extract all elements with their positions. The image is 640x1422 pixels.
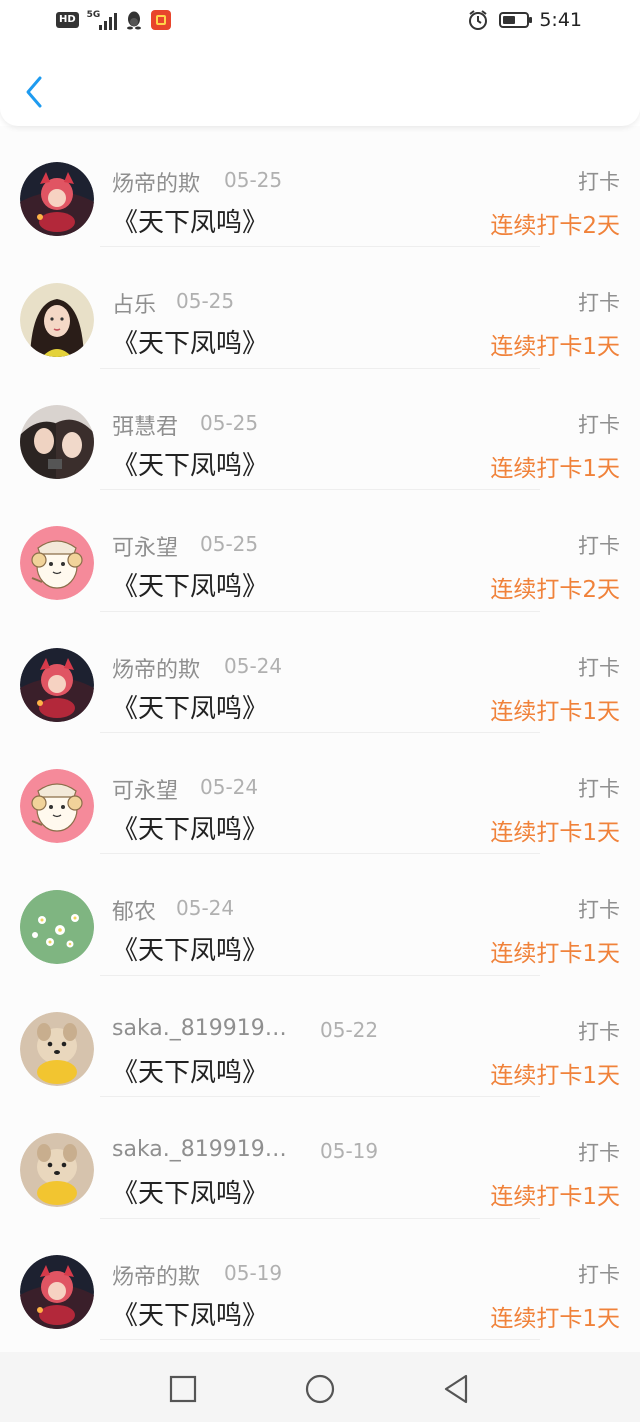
- streak-label: 连续打卡1天: [490, 455, 620, 482]
- checkin-date: 05-24: [200, 774, 259, 799]
- checkin-label: 打卡: [578, 898, 620, 923]
- avatar[interactable]: [20, 1133, 94, 1208]
- book-title[interactable]: 《天下凤鸣》: [112, 202, 268, 239]
- book-title[interactable]: 《天下凤鸣》: [112, 930, 268, 967]
- user-name[interactable]: saka._8199198...: [112, 1137, 292, 1162]
- book-title[interactable]: 《天下凤鸣》: [112, 1295, 268, 1332]
- checkin-row[interactable]: 炀帝的欺 05-24 《天下凤鸣》 打卡连续打卡1天: [0, 612, 640, 733]
- avatar[interactable]: [20, 404, 94, 479]
- checkin-date: 05-19: [224, 1260, 283, 1285]
- checkin-date: 05-24: [224, 653, 283, 678]
- checkin-label: 打卡: [578, 1262, 620, 1287]
- checkin-date: 05-25: [176, 289, 235, 314]
- book-title[interactable]: 《天下凤鸣》: [112, 566, 268, 603]
- avatar[interactable]: [20, 890, 94, 965]
- streak-label: 连续打卡1天: [490, 334, 620, 361]
- checkin-label: 打卡: [578, 534, 620, 559]
- checkin-label: 打卡: [578, 291, 620, 316]
- checkin-date: 05-22: [320, 1017, 379, 1042]
- checkin-label: 打卡: [578, 776, 620, 801]
- checkin-row[interactable]: saka._8199198... 05-19 《天下凤鸣》 打卡连续打卡1天: [0, 1097, 640, 1219]
- checkin-row[interactable]: 可永望 05-25 《天下凤鸣》 打卡连续打卡2天: [0, 490, 640, 612]
- user-name[interactable]: 占乐: [112, 287, 156, 319]
- checkin-label: 打卡: [578, 1141, 620, 1166]
- app-icon: [150, 10, 171, 30]
- checkin-row[interactable]: 郁农 05-24 《天下凤鸣》 打卡连续打卡1天: [0, 854, 640, 976]
- checkin-row[interactable]: saka._8199198... 05-22 《天下凤鸣》 打卡连续打卡1天: [0, 976, 640, 1098]
- checkin-label: 打卡: [578, 655, 620, 680]
- recents-square-icon[interactable]: [166, 1372, 200, 1406]
- signal-icon: 5G: [87, 10, 117, 30]
- checkin-date: 05-25: [200, 410, 259, 435]
- avatar[interactable]: [20, 283, 94, 358]
- book-title[interactable]: 《天下凤鸣》: [112, 1052, 268, 1089]
- user-name[interactable]: 炀帝的欺: [112, 652, 200, 684]
- system-nav-bar: [0, 1352, 640, 1422]
- streak-label: 连续打卡1天: [490, 698, 620, 725]
- book-title[interactable]: 《天下凤鸣》: [112, 1173, 268, 1210]
- streak-label: 连续打卡1天: [490, 819, 620, 846]
- user-name[interactable]: 弭慧君: [112, 409, 178, 441]
- streak-label: 连续打卡1天: [490, 941, 620, 968]
- avatar[interactable]: [20, 647, 94, 722]
- back-button[interactable]: [18, 72, 52, 112]
- hd-icon: HD: [56, 12, 79, 28]
- checkin-label: 打卡: [578, 412, 620, 437]
- checkin-row[interactable]: 占乐 05-25 《天下凤鸣》 打卡连续打卡1天: [0, 247, 640, 369]
- user-name[interactable]: 可永望: [112, 773, 178, 805]
- streak-label: 连续打卡2天: [490, 577, 620, 604]
- checkin-row[interactable]: 炀帝的欺 05-19 《天下凤鸣》 打卡连续打卡1天: [0, 1219, 640, 1340]
- battery-icon: [499, 12, 533, 28]
- checkin-row[interactable]: 弭慧君 05-25 《天下凤鸣》 打卡连续打卡1天: [0, 369, 640, 491]
- top-nav-bar: [0, 44, 640, 126]
- back-triangle-icon[interactable]: [440, 1372, 474, 1406]
- checkin-label: 打卡: [578, 170, 620, 194]
- checkin-date: 05-19: [320, 1139, 379, 1164]
- user-name[interactable]: 炀帝的欺: [112, 1259, 200, 1291]
- streak-label: 连续打卡1天: [490, 1305, 620, 1332]
- clock-time: 5:41: [539, 9, 582, 31]
- book-title[interactable]: 《天下凤鸣》: [112, 445, 268, 482]
- book-title[interactable]: 《天下凤鸣》: [112, 323, 268, 360]
- avatar[interactable]: [20, 1011, 94, 1086]
- book-title[interactable]: 《天下凤鸣》: [112, 688, 268, 725]
- checkin-date: 05-25: [224, 168, 283, 192]
- avatar[interactable]: [20, 768, 94, 843]
- user-name[interactable]: 可永望: [112, 530, 178, 562]
- qq-icon: [126, 11, 141, 30]
- checkin-row[interactable]: 可永望 05-24 《天下凤鸣》 打卡连续打卡1天: [0, 733, 640, 855]
- checkin-label: 打卡: [578, 1019, 620, 1044]
- avatar[interactable]: [20, 162, 94, 236]
- row-divider: [100, 1338, 540, 1340]
- streak-label: 连续打卡2天: [490, 213, 620, 239]
- checkin-list: 炀帝的欺 05-25 《天下凤鸣》 打卡 连续打卡2天 占乐 05-25 《天下凤鸣》 打卡连…: [0, 126, 640, 1352]
- streak-label: 连续打卡1天: [490, 1184, 620, 1211]
- streak-label: 连续打卡1天: [490, 1062, 620, 1089]
- checkin-date: 05-24: [176, 896, 235, 921]
- user-name[interactable]: 炀帝的欺: [112, 166, 200, 198]
- user-name[interactable]: 郁农: [112, 894, 156, 926]
- status-bar: HD 5G 5:41: [0, 0, 640, 44]
- avatar[interactable]: [20, 526, 94, 601]
- chevron-left-icon: [26, 76, 42, 108]
- home-circle-icon[interactable]: [303, 1372, 337, 1406]
- checkin-row[interactable]: 炀帝的欺 05-25 《天下凤鸣》 打卡连续打卡2天: [0, 126, 640, 248]
- alarm-icon: [469, 10, 488, 30]
- avatar[interactable]: [20, 1254, 94, 1329]
- user-name[interactable]: saka._8199198...: [112, 1016, 292, 1041]
- checkin-date: 05-25: [200, 532, 259, 557]
- book-title[interactable]: 《天下凤鸣》: [112, 809, 268, 846]
